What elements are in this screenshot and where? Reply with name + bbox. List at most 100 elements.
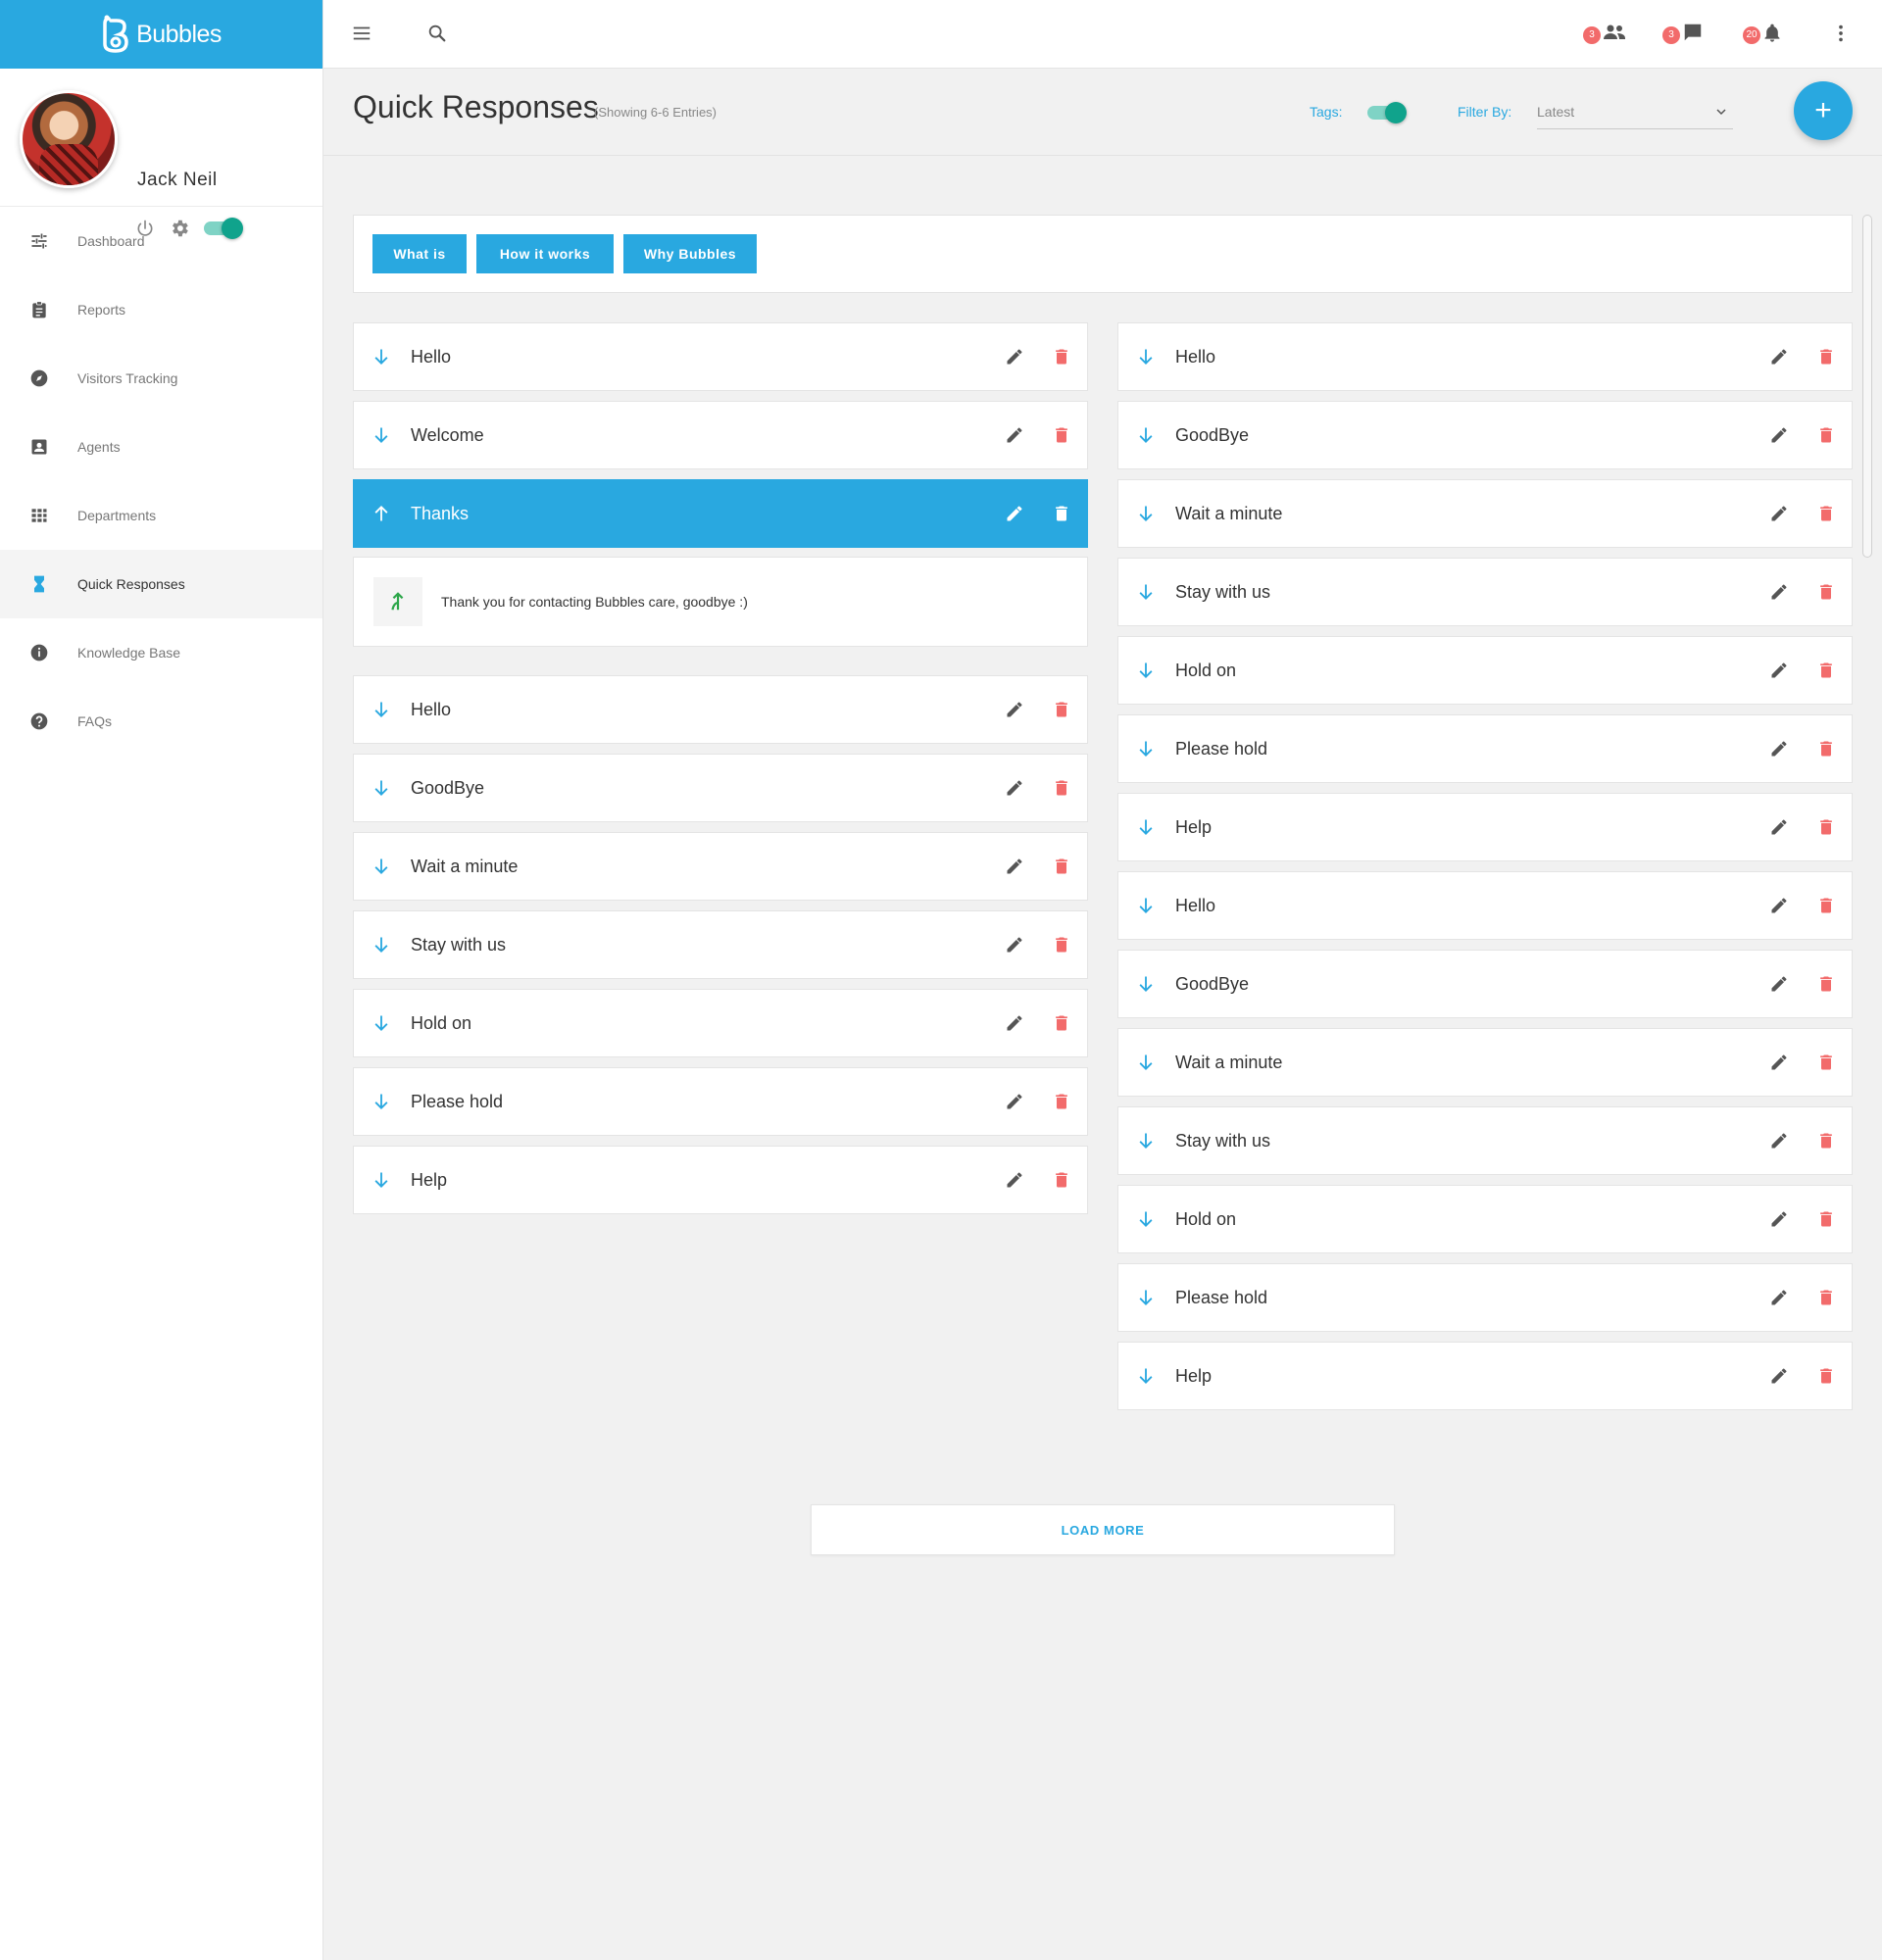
delete-icon[interactable] [1052,1170,1071,1190]
bell-notification[interactable]: 20 [1743,22,1782,48]
delete-icon[interactable] [1052,425,1071,445]
response-row[interactable]: Help [353,1146,1088,1214]
delete-icon[interactable] [1816,1366,1836,1386]
delete-icon[interactable] [1816,1209,1836,1229]
sidebar-item-departments[interactable]: Departments [0,481,322,550]
edit-icon[interactable] [1005,857,1024,876]
status-toggle[interactable] [204,218,243,239]
load-more-button[interactable]: LOAD MORE [811,1504,1395,1555]
edit-icon[interactable] [1005,700,1024,719]
edit-icon[interactable] [1005,1013,1024,1033]
response-row[interactable]: Help [1117,1342,1853,1410]
edit-icon[interactable] [1769,1209,1789,1229]
edit-icon[interactable] [1769,1366,1789,1386]
expand-arrow-icon[interactable] [1136,581,1156,603]
delete-icon[interactable] [1052,1013,1071,1033]
edit-icon[interactable] [1005,935,1024,955]
edit-icon[interactable] [1769,582,1789,602]
tag-what-is[interactable]: What is [372,234,467,273]
expand-arrow-icon[interactable] [371,699,391,720]
edit-icon[interactable] [1005,425,1024,445]
power-icon[interactable] [135,219,155,238]
delete-icon[interactable] [1052,504,1071,523]
expand-arrow-icon[interactable] [371,1169,391,1191]
add-response-button[interactable]: + [1794,81,1853,140]
response-row[interactable]: Hold on [353,989,1088,1057]
expand-arrow-icon[interactable] [1136,503,1156,524]
edit-icon[interactable] [1769,896,1789,915]
response-row[interactable]: Please hold [1117,714,1853,783]
expand-arrow-icon[interactable] [371,856,391,877]
response-row[interactable]: Wait a minute [1117,1028,1853,1097]
delete-icon[interactable] [1052,857,1071,876]
tag-how-it-works[interactable]: How it works [476,234,614,273]
tag-why-bubbles[interactable]: Why Bubbles [623,234,757,273]
expand-arrow-icon[interactable] [371,424,391,446]
response-row[interactable]: Please hold [353,1067,1088,1136]
response-row[interactable]: Hello [353,675,1088,744]
expand-arrow-icon[interactable] [1136,738,1156,760]
sidebar-item-visitors-tracking[interactable]: Visitors Tracking [0,344,322,413]
delete-icon[interactable] [1052,778,1071,798]
gear-icon[interactable] [169,218,190,239]
scrollbar[interactable] [1862,215,1872,558]
delete-icon[interactable] [1052,1092,1071,1111]
response-row[interactable]: Stay with us [353,910,1088,979]
merge-icon[interactable] [373,577,422,626]
response-row[interactable]: GoodBye [353,754,1088,822]
collapse-arrow-icon[interactable] [371,503,391,524]
expand-arrow-icon[interactable] [371,777,391,799]
delete-icon[interactable] [1052,935,1071,955]
delete-icon[interactable] [1816,1131,1836,1151]
response-row[interactable]: GoodBye [1117,950,1853,1018]
response-row[interactable]: Stay with us [1117,558,1853,626]
response-row[interactable]: Hold on [1117,636,1853,705]
delete-icon[interactable] [1816,896,1836,915]
delete-icon[interactable] [1816,504,1836,523]
delete-icon[interactable] [1816,425,1836,445]
chat-notification[interactable]: 3 [1662,22,1704,48]
search-icon[interactable] [426,23,448,44]
more-vert-icon[interactable] [1831,23,1851,44]
response-row[interactable]: Welcome [353,401,1088,469]
edit-icon[interactable] [1769,817,1789,837]
sidebar-item-reports[interactable]: Reports [0,275,322,344]
expand-arrow-icon[interactable] [1136,346,1156,368]
delete-icon[interactable] [1816,347,1836,367]
tags-toggle[interactable] [1367,102,1407,123]
edit-icon[interactable] [1005,1092,1024,1111]
edit-icon[interactable] [1769,504,1789,523]
response-row[interactable]: Hold on [1117,1185,1853,1253]
response-row[interactable]: Thanks [353,479,1088,548]
avatar[interactable] [20,90,118,188]
delete-icon[interactable] [1816,817,1836,837]
sidebar-item-knowledge-base[interactable]: Knowledge Base [0,618,322,687]
response-row[interactable]: Stay with us [1117,1106,1853,1175]
edit-icon[interactable] [1769,974,1789,994]
delete-icon[interactable] [1816,739,1836,759]
expand-arrow-icon[interactable] [1136,1130,1156,1152]
edit-icon[interactable] [1769,661,1789,680]
expand-arrow-icon[interactable] [371,1012,391,1034]
edit-icon[interactable] [1769,1288,1789,1307]
expand-arrow-icon[interactable] [1136,816,1156,838]
delete-icon[interactable] [1816,1288,1836,1307]
expand-arrow-icon[interactable] [1136,660,1156,681]
expand-arrow-icon[interactable] [1136,895,1156,916]
response-row[interactable]: Hello [1117,871,1853,940]
sidebar-item-agents[interactable]: Agents [0,413,322,481]
delete-icon[interactable] [1052,700,1071,719]
delete-icon[interactable] [1816,1053,1836,1072]
edit-icon[interactable] [1769,347,1789,367]
delete-icon[interactable] [1816,661,1836,680]
response-row[interactable]: Wait a minute [353,832,1088,901]
expand-arrow-icon[interactable] [1136,1365,1156,1387]
expand-arrow-icon[interactable] [371,1091,391,1112]
response-row[interactable]: Hello [1117,322,1853,391]
people-notification[interactable]: 3 [1583,22,1626,48]
expand-arrow-icon[interactable] [1136,1287,1156,1308]
delete-icon[interactable] [1816,974,1836,994]
menu-icon[interactable] [351,23,372,44]
edit-icon[interactable] [1769,1131,1789,1151]
edit-icon[interactable] [1005,778,1024,798]
